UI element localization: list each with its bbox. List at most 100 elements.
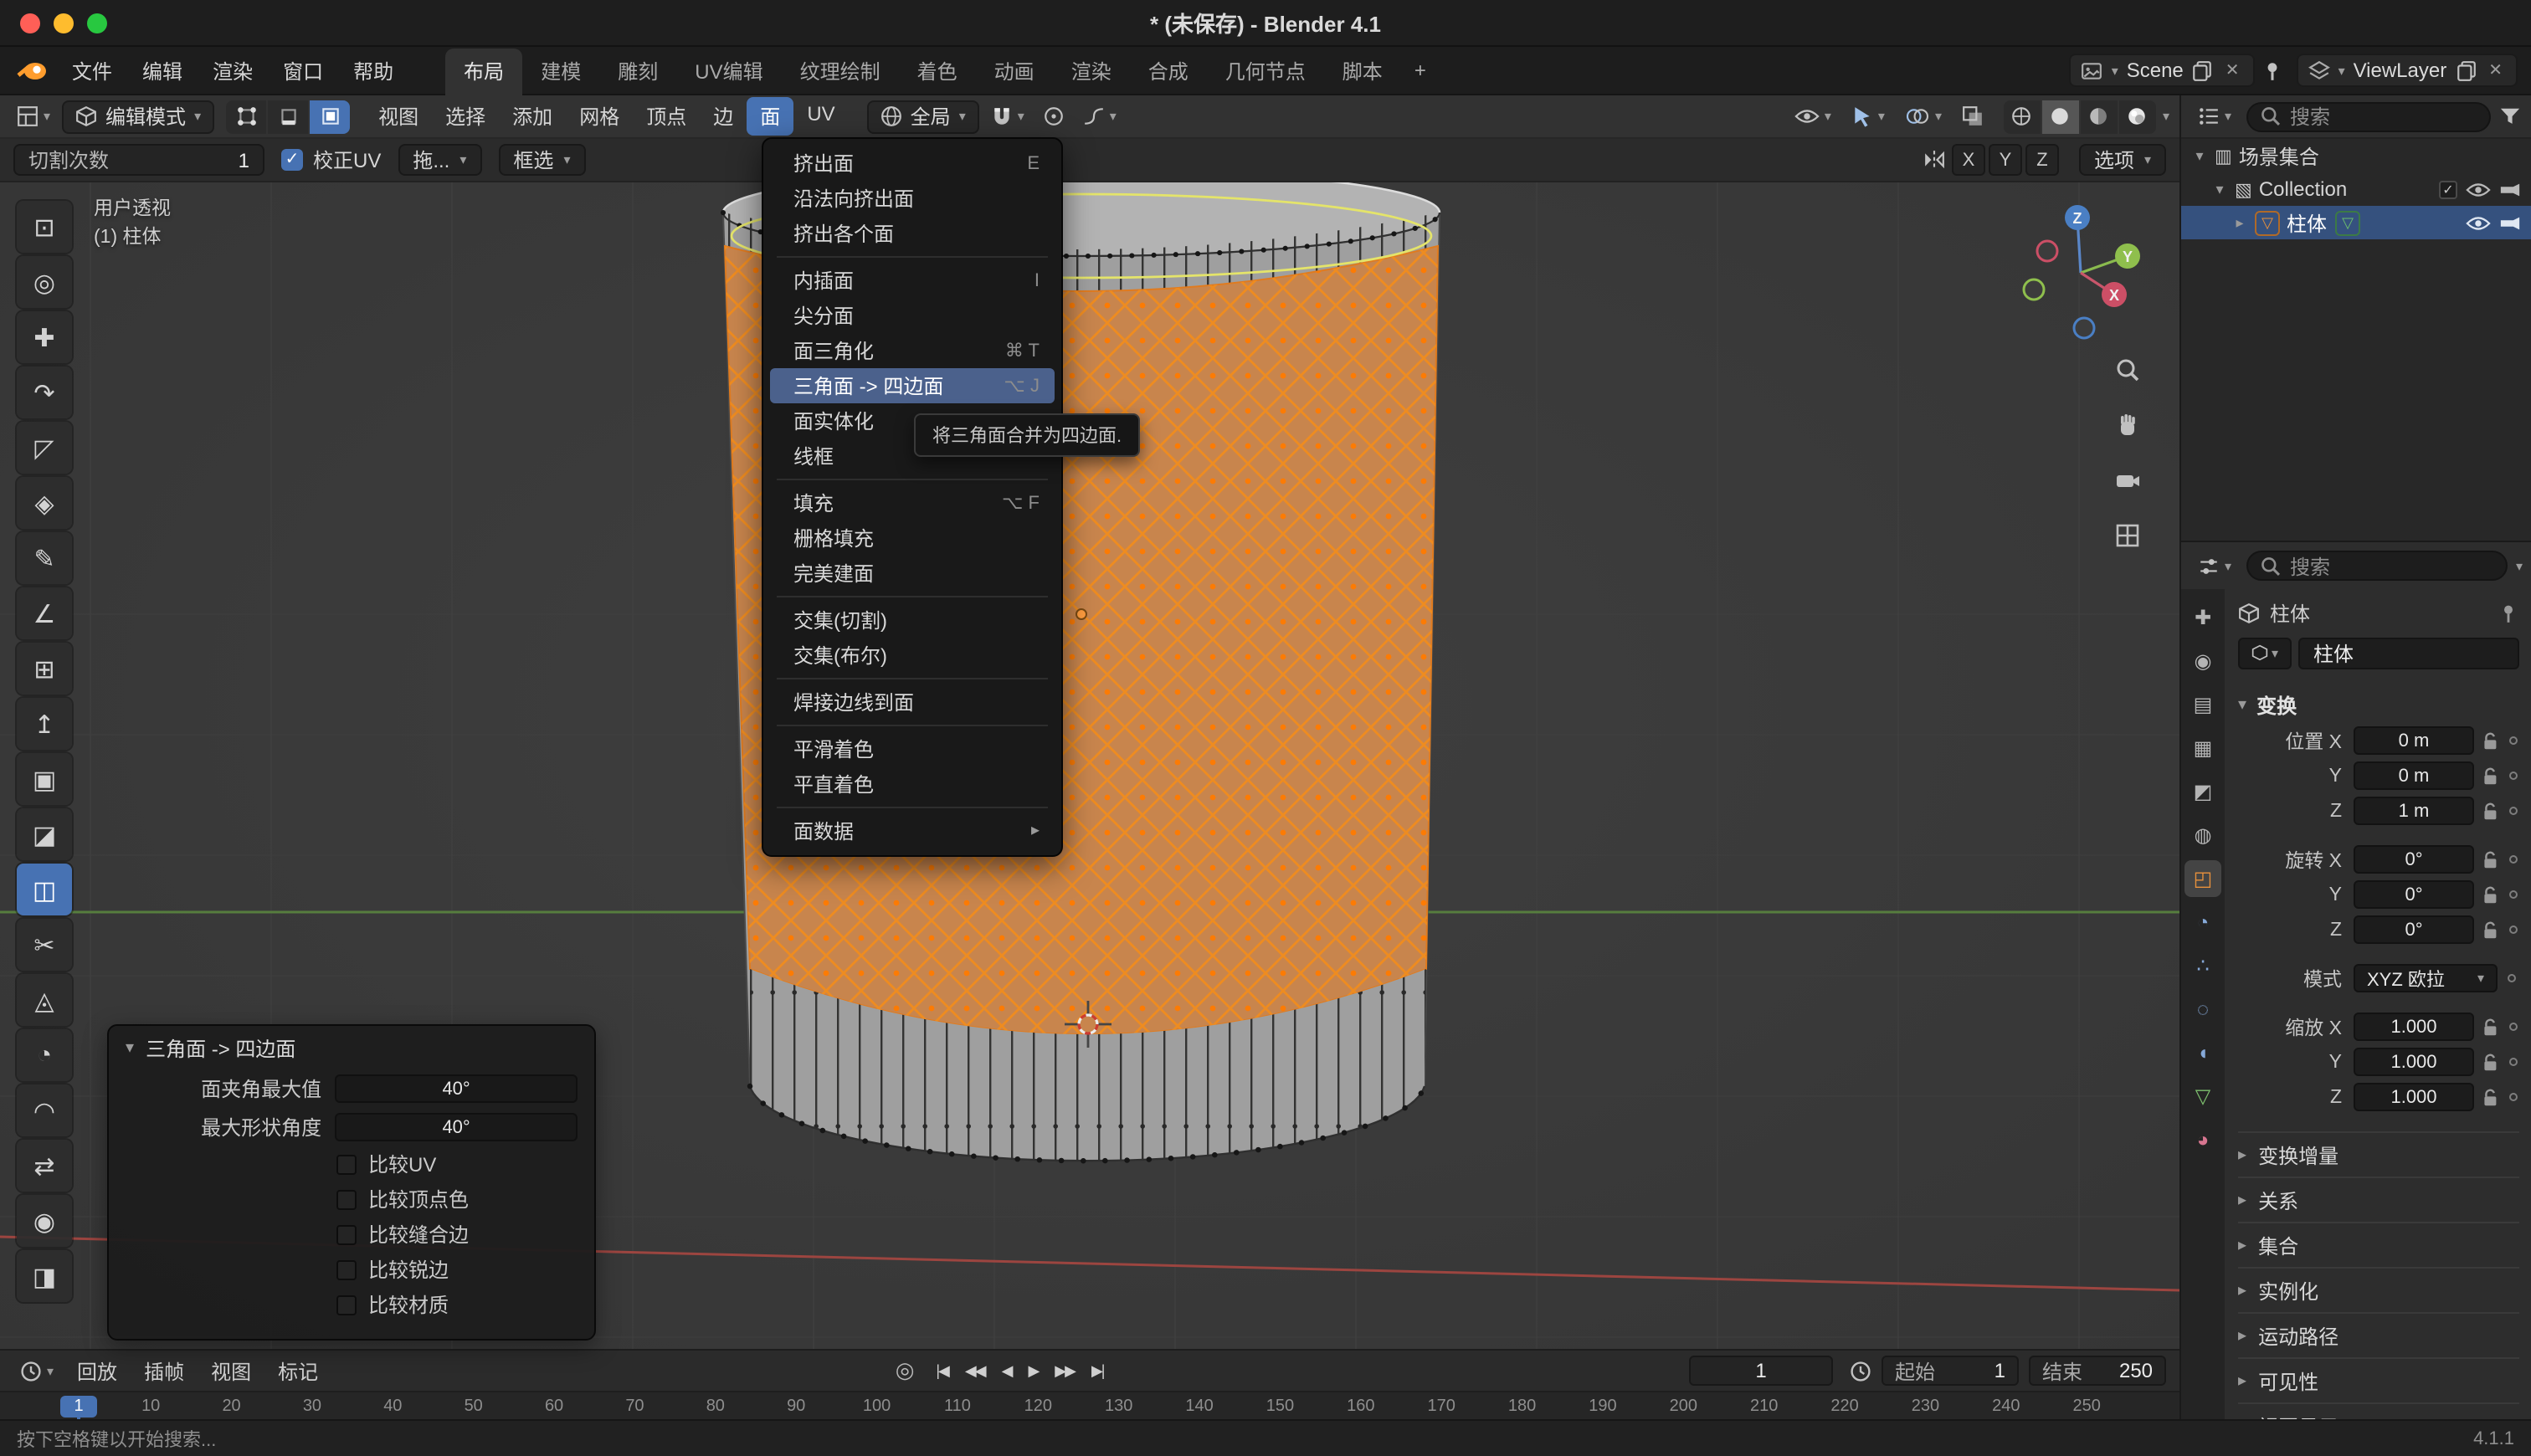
- editor-type-button[interactable]: ▾: [10, 102, 57, 131]
- properties-tab[interactable]: ▤: [2184, 686, 2221, 723]
- workspace-tab[interactable]: UV编辑: [676, 48, 781, 95]
- timeline-menu[interactable]: 视图: [198, 1353, 264, 1388]
- eye-icon[interactable]: [2466, 213, 2491, 232]
- vertex-select-button[interactable]: [226, 100, 266, 133]
- properties-tab[interactable]: ◍: [2184, 817, 2221, 854]
- copy-scene-icon[interactable]: [2192, 59, 2214, 81]
- expand-arrow-icon[interactable]: ▸: [2231, 213, 2248, 232]
- viewport-menu[interactable]: 视图: [365, 97, 432, 136]
- viewport-menu[interactable]: 顶点: [633, 97, 700, 136]
- add-workspace-button[interactable]: +: [1401, 50, 1440, 90]
- properties-tab[interactable]: ◉: [2184, 643, 2221, 679]
- xray-toggle[interactable]: [1955, 102, 1990, 131]
- menubar-menu[interactable]: 编辑: [127, 51, 198, 90]
- lock-icon[interactable]: [2482, 801, 2499, 821]
- object-id-dropdown[interactable]: ▾: [2238, 637, 2292, 669]
- tool-button[interactable]: ✂: [17, 919, 72, 971]
- properties-tab[interactable]: ◖: [2184, 1034, 2221, 1071]
- workspace-tab[interactable]: 雕刻: [599, 48, 676, 95]
- animate-dot-icon[interactable]: [2509, 1023, 2518, 1031]
- zoom-icon[interactable]: [2106, 350, 2149, 390]
- frame-start-field[interactable]: 起始 1: [1882, 1356, 2019, 1386]
- outliner-row-scene-collection[interactable]: ▾ ▥ 场景集合: [2181, 139, 2531, 172]
- transport-button[interactable]: ◀◀: [957, 1358, 993, 1383]
- menubar-menu[interactable]: 窗口: [268, 51, 338, 90]
- outliner-row-object[interactable]: ▸ ▽ 柱体 ▽: [2181, 206, 2531, 239]
- animate-dot-icon[interactable]: [2509, 736, 2518, 745]
- camera-view-icon[interactable]: [2106, 460, 2149, 500]
- axis-neg-x-ball[interactable]: [2037, 241, 2057, 261]
- animate-dot-icon[interactable]: [2509, 890, 2518, 899]
- viewport-menu[interactable]: 添加: [499, 97, 566, 136]
- zoom-window-button[interactable]: [87, 13, 107, 33]
- gizmos-dropdown[interactable]: ▾: [1845, 102, 1892, 131]
- number-field[interactable]: 1.000: [2354, 1083, 2474, 1111]
- visibility-dropdown[interactable]: ▾: [1788, 104, 1838, 129]
- angle-field[interactable]: 40°: [335, 1113, 578, 1141]
- transport-button[interactable]: ▶▶: [1046, 1358, 1083, 1383]
- checkbox-row[interactable]: 比较材质: [109, 1287, 594, 1322]
- animate-dot-icon[interactable]: [2509, 1058, 2518, 1066]
- animate-dot-icon[interactable]: [2509, 925, 2518, 934]
- tool-button[interactable]: ◎: [17, 256, 72, 308]
- correct-uv-checkbox[interactable]: ✓ 校正UV: [281, 146, 381, 174]
- menu-item[interactable]: 平直着色 ▸: [770, 766, 1055, 802]
- cuts-number-field[interactable]: 切割次数 1: [13, 144, 264, 176]
- number-field[interactable]: 0 m: [2354, 761, 2474, 790]
- object-name-field[interactable]: 柱体: [2298, 637, 2519, 669]
- pin-icon[interactable]: [2261, 59, 2283, 81]
- shading-wireframe-button[interactable]: [2004, 100, 2041, 133]
- shading-material-button[interactable]: [2081, 100, 2118, 133]
- mirror-axis-button[interactable]: Z: [2025, 144, 2059, 176]
- number-field[interactable]: 1.000: [2354, 1013, 2474, 1041]
- tool-button[interactable]: ⇄: [17, 1140, 72, 1192]
- snap-toggle[interactable]: ▾: [984, 102, 1031, 131]
- menu-item[interactable]: 三角面 -> 四边面 ⌥ J ▸: [770, 368, 1055, 403]
- panel-section[interactable]: ▸ 视图显示: [2238, 1402, 2519, 1419]
- properties-tab[interactable]: ▦: [2184, 730, 2221, 766]
- number-field[interactable]: 1 m: [2354, 797, 2474, 825]
- animate-dot-icon[interactable]: [2509, 855, 2518, 864]
- tool-button[interactable]: ◠: [17, 1084, 72, 1136]
- shading-solid-button[interactable]: [2042, 100, 2079, 133]
- operator-panel-header[interactable]: ▾ 三角面 -> 四边面: [109, 1026, 594, 1069]
- mode-dropdown[interactable]: 编辑模式 ▾: [62, 100, 214, 133]
- ortho-toggle-icon[interactable]: [2106, 515, 2149, 556]
- current-frame-field[interactable]: 1: [1689, 1356, 1833, 1386]
- menu-item[interactable]: 面数据 ▸: [770, 813, 1055, 848]
- pin-icon[interactable]: [2498, 602, 2519, 623]
- animate-dot-icon[interactable]: [2509, 807, 2518, 815]
- properties-tab[interactable]: ◩: [2184, 773, 2221, 810]
- workspace-tab[interactable]: 着色: [899, 48, 976, 95]
- checkbox-row[interactable]: 比较顶点色: [109, 1182, 594, 1217]
- animate-dot-icon[interactable]: [2509, 772, 2518, 780]
- lock-icon[interactable]: [2482, 849, 2499, 869]
- checkbox-row[interactable]: 比较缝合边: [109, 1217, 594, 1252]
- lock-icon[interactable]: [2482, 884, 2499, 905]
- viewlayer-selector[interactable]: ▾ ViewLayer ✕: [2297, 54, 2518, 87]
- properties-tab[interactable]: ∴: [2184, 947, 2221, 984]
- tool-button[interactable]: ◨: [17, 1250, 72, 1302]
- tool-button[interactable]: ◔: [17, 1029, 72, 1081]
- lock-icon[interactable]: [2482, 1087, 2499, 1107]
- number-field[interactable]: 0°: [2354, 915, 2474, 944]
- angle-field[interactable]: 40°: [335, 1074, 578, 1103]
- menu-item[interactable]: 沿法向挤出面 ▸: [770, 181, 1055, 216]
- properties-tab[interactable]: ◔: [2184, 904, 2221, 941]
- transport-button[interactable]: ▶|: [1083, 1358, 1112, 1383]
- lock-icon[interactable]: [2482, 766, 2499, 786]
- menu-item[interactable]: 挤出面 E ▸: [770, 146, 1055, 181]
- orientation-dropdown[interactable]: 全局 ▾: [867, 100, 979, 133]
- timeline-menu[interactable]: 回放: [64, 1353, 131, 1388]
- menu-item[interactable]: 挤出各个面 ▸: [770, 216, 1055, 251]
- tool-button[interactable]: ◈: [17, 477, 72, 529]
- number-field[interactable]: 0°: [2354, 880, 2474, 909]
- menu-item[interactable]: 尖分面 ▸: [770, 298, 1055, 333]
- blender-logo-icon[interactable]: [17, 59, 47, 81]
- options-dropdown[interactable]: 选项 ▾: [2079, 144, 2166, 176]
- menu-item[interactable]: 平滑着色 ▸: [770, 731, 1055, 766]
- workspace-tab[interactable]: 动画: [976, 48, 1053, 95]
- falloff-dropdown[interactable]: ▾: [1076, 102, 1123, 131]
- axis-neg-y-ball[interactable]: [2024, 279, 2044, 300]
- transport-button[interactable]: |◀: [927, 1358, 957, 1383]
